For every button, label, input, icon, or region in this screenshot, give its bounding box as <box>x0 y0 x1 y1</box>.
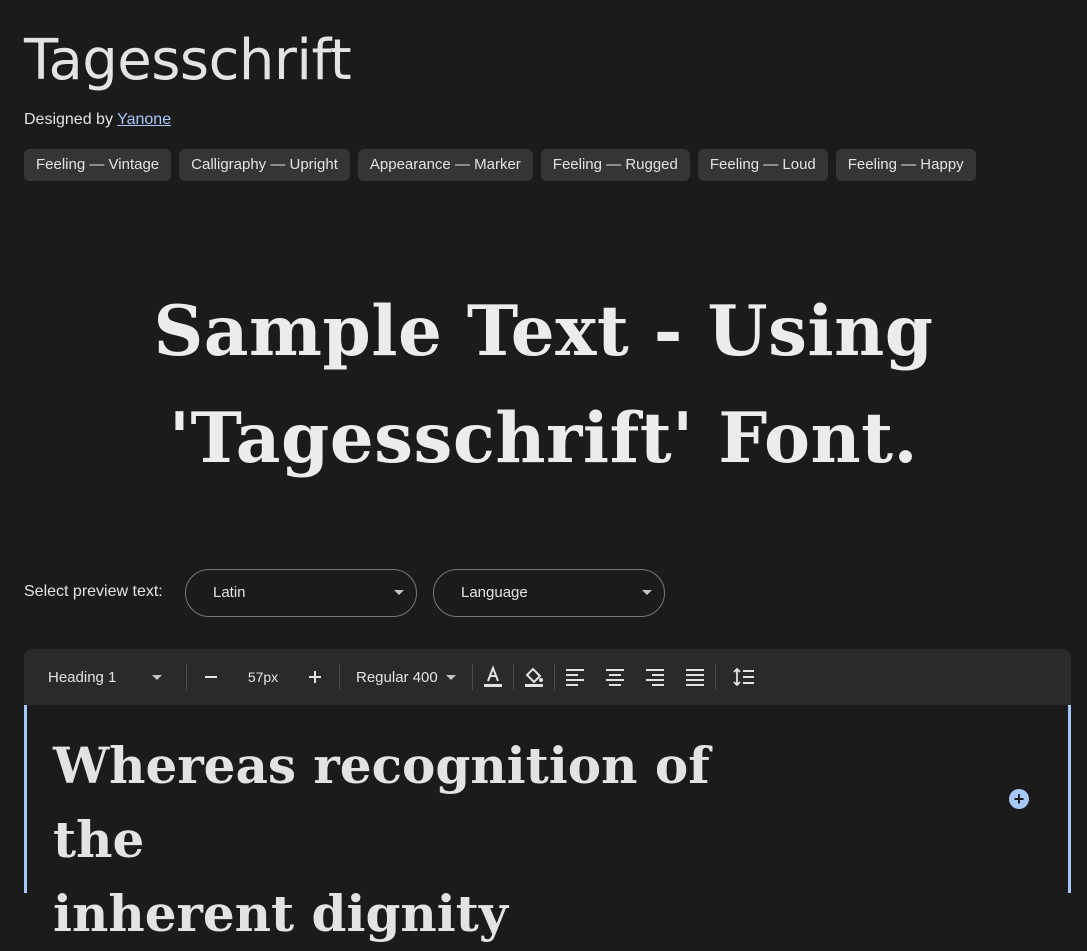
tag-calligraphy-upright[interactable]: Calligraphy — Upright <box>179 149 350 181</box>
preview-editor[interactable]: Whereas recognition of the inherent dign… <box>24 705 1071 943</box>
sample-text-preview: Sample Text - Using 'Tagesschrift' Font. <box>0 278 1087 492</box>
chevron-down-icon <box>642 590 652 595</box>
plus-icon[interactable] <box>291 649 339 705</box>
fill-color-icon[interactable] <box>514 649 554 705</box>
designed-by-label: Designed by <box>24 111 113 128</box>
editor-toolbar: Heading 1 57px Regular 400 <box>24 649 1071 705</box>
tag-feeling-vintage[interactable]: Feeling — Vintage <box>24 149 172 181</box>
designer-line: Designed by Yanone <box>24 111 171 129</box>
text-style-select[interactable]: Heading 1 <box>24 649 186 705</box>
editor-text-line-2: inherent dignity <box>53 884 508 943</box>
font-weight-select[interactable]: Regular 400 <box>340 649 472 705</box>
language-select-value: Language <box>461 584 528 601</box>
script-select-value: Latin <box>213 584 246 601</box>
script-select[interactable]: Latin <box>185 569 417 617</box>
text-style-value: Heading 1 <box>48 668 117 686</box>
tag-list: Feeling — Vintage Calligraphy — Upright … <box>24 149 976 181</box>
sample-text-line-1: Sample Text - Using <box>153 291 934 372</box>
chevron-down-icon <box>445 674 456 680</box>
designer-link[interactable]: Yanone <box>117 111 171 128</box>
text-color-icon[interactable] <box>473 649 513 705</box>
font-weight-value: Regular 400 <box>356 668 438 686</box>
align-left-icon[interactable] <box>555 649 595 705</box>
chevron-down-icon <box>394 590 404 595</box>
sample-text-line-2: 'Tagesschrift' Font. <box>168 398 919 479</box>
tag-feeling-happy[interactable]: Feeling — Happy <box>835 149 976 181</box>
line-height-icon[interactable] <box>716 649 772 705</box>
tag-feeling-rugged[interactable]: Feeling — Rugged <box>540 149 690 181</box>
add-icon[interactable]: + <box>1009 789 1029 809</box>
align-right-icon[interactable] <box>635 649 675 705</box>
align-justify-icon[interactable] <box>675 649 715 705</box>
minus-icon[interactable] <box>187 649 235 705</box>
preview-text-label: Select preview text: <box>24 583 163 600</box>
tag-appearance-marker[interactable]: Appearance — Marker <box>357 149 533 181</box>
chevron-down-icon <box>152 674 162 680</box>
editor-preview-text[interactable]: Whereas recognition of the inherent dign… <box>53 729 813 951</box>
editor-text-line-1: Whereas recognition of the <box>53 736 710 869</box>
font-title: Tagesschrift <box>24 28 352 93</box>
font-size-value[interactable]: 57px <box>235 669 291 685</box>
tag-feeling-loud[interactable]: Feeling — Loud <box>697 149 828 181</box>
align-center-icon[interactable] <box>595 649 635 705</box>
language-select[interactable]: Language <box>433 569 665 617</box>
